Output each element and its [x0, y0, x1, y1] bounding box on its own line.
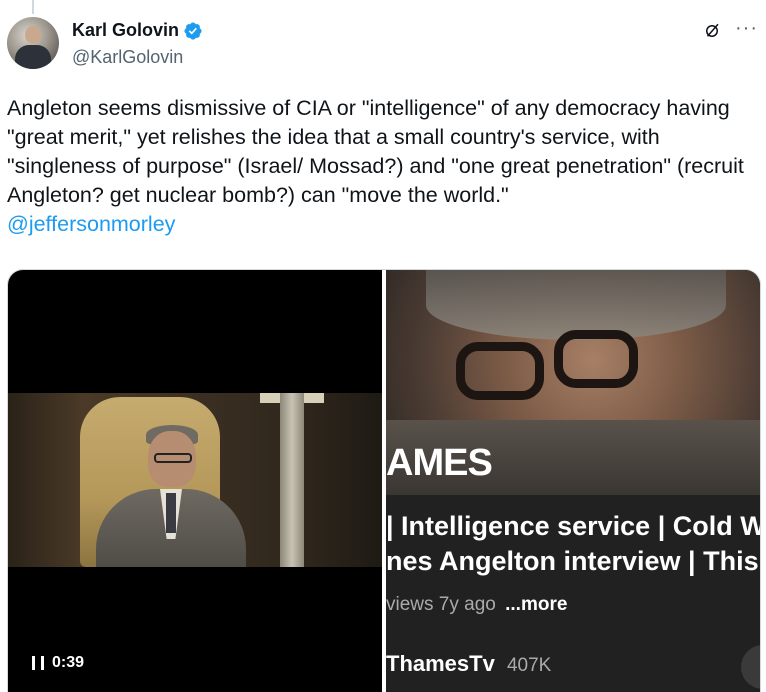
- image-video-title-line1: | Intelligence service | Cold W: [386, 511, 761, 541]
- video-player[interactable]: 0:39: [8, 270, 382, 692]
- video-elapsed-time: 0:39: [52, 654, 85, 671]
- author-handle[interactable]: @KarlGolovin: [72, 47, 183, 68]
- image-age: 7y ago: [438, 594, 496, 615]
- pause-icon[interactable]: [32, 656, 44, 670]
- media-grid: 0:39 AMES | Intelligence service | Cold …: [7, 269, 761, 692]
- video-man-tie: [166, 493, 176, 533]
- image-subscribers: 407K: [506, 655, 552, 676]
- author-name[interactable]: Karl Golovin: [72, 20, 179, 41]
- avatar-body: [15, 45, 51, 69]
- tweet-text: Angleton seems dismissive of CIA or "int…: [7, 94, 762, 239]
- image-video-meta: views 7y ago ...more: [386, 594, 567, 616]
- author-row: Karl Golovin: [72, 20, 203, 41]
- avatar[interactable]: [7, 17, 59, 69]
- more-options-icon[interactable]: ···: [735, 18, 758, 38]
- thread-line: [32, 0, 34, 14]
- image-channel: ThamesTv 407K: [386, 651, 551, 677]
- image-more: ...more: [505, 594, 568, 615]
- image-glasses-left: [456, 342, 544, 400]
- image-channel-name: ThamesTv: [386, 651, 495, 676]
- image-views: views: [386, 594, 434, 615]
- video-man-glasses: [154, 453, 192, 463]
- video-frame: [8, 393, 382, 567]
- player-controls: 0:39: [32, 654, 84, 672]
- mention-link[interactable]: @jeffersonmorley: [7, 212, 175, 236]
- avatar-head: [25, 26, 41, 44]
- image-title-fragment: AMES: [386, 442, 493, 484]
- grok-icon[interactable]: [703, 22, 721, 40]
- tweet-body: Angleton seems dismissive of CIA or "int…: [7, 96, 744, 207]
- media-image[interactable]: AMES | Intelligence service | Cold W nes…: [386, 270, 761, 692]
- verified-badge-icon: [184, 21, 202, 40]
- video-lamp: [280, 393, 304, 567]
- image-glasses-right: [554, 330, 638, 388]
- image-video-title-line2: nes Angelton interview | This: [386, 546, 759, 576]
